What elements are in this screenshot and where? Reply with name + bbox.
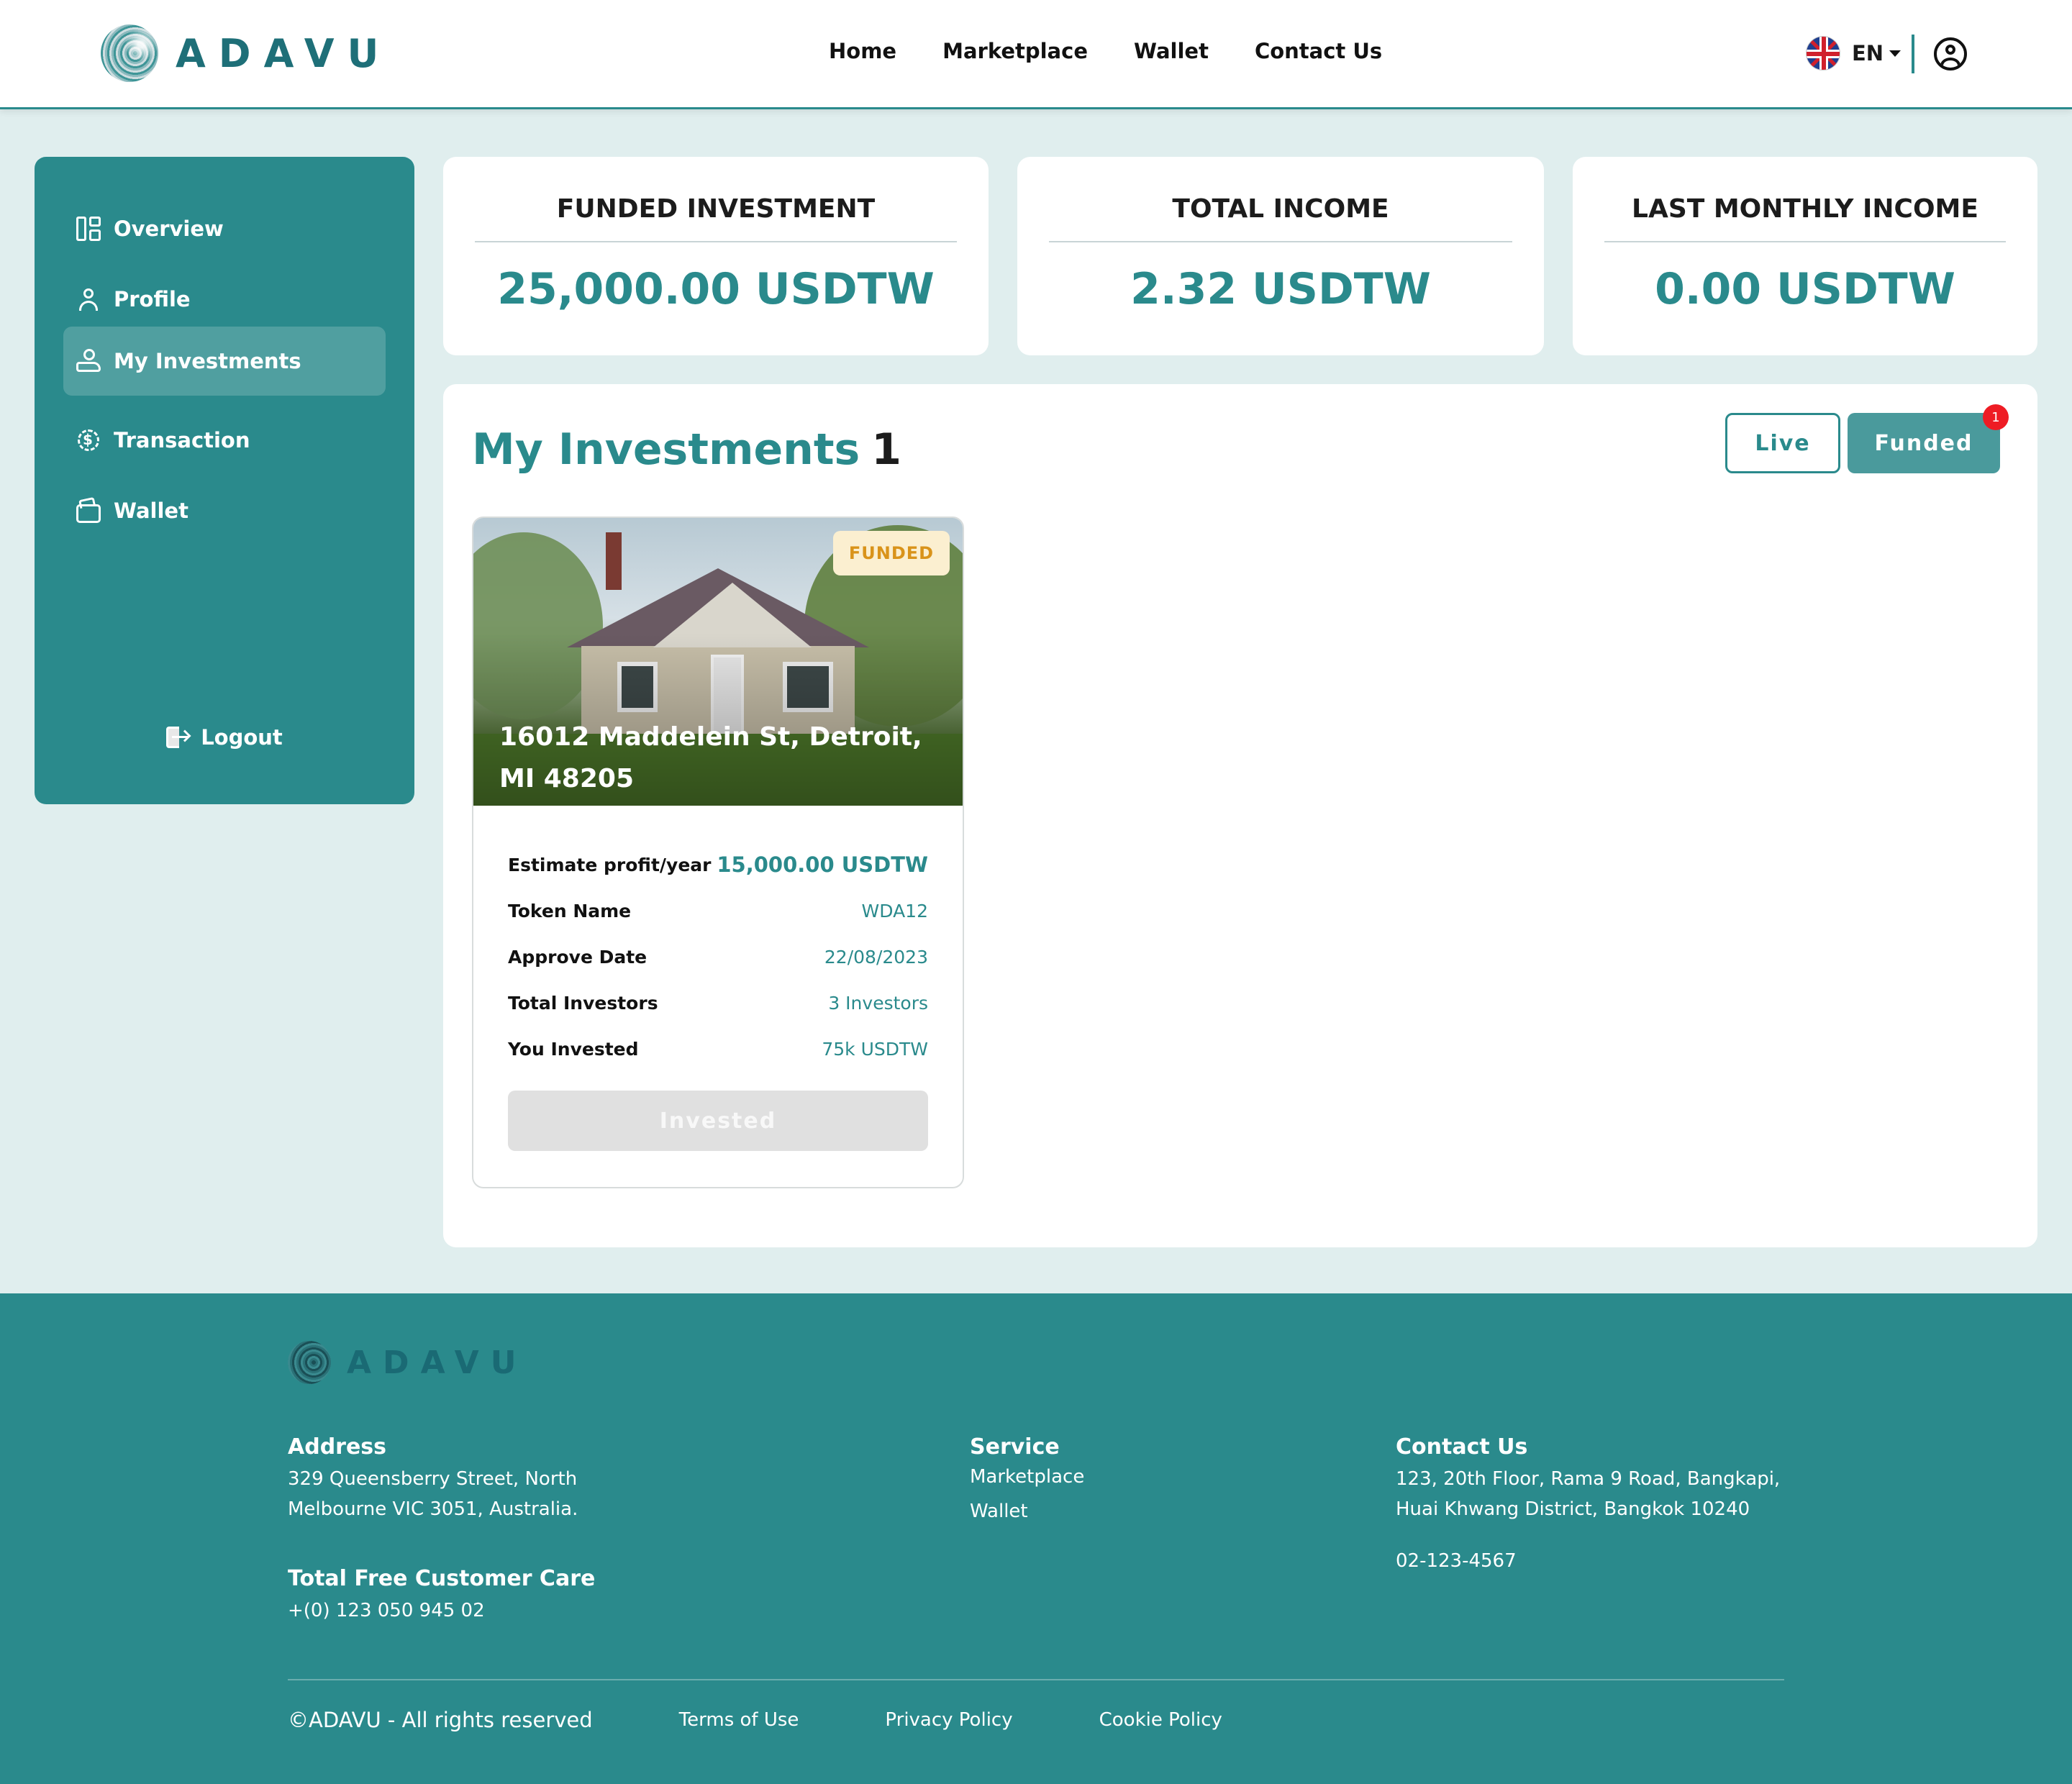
detail-value: 22/08/2023 <box>824 946 928 968</box>
footer-heading: Total Free Customer Care <box>288 1566 596 1591</box>
header-divider <box>1912 35 1914 73</box>
user-icon <box>76 287 101 311</box>
property-address: 16012 Maddelein St, Detroit, MI 48205 <box>499 722 922 793</box>
logout-button[interactable]: Logout <box>35 725 414 750</box>
stat-value: 2.32 USDTW <box>1130 264 1431 314</box>
detail-row-you-invested: You Invested 75k USDTW <box>508 1026 928 1072</box>
nav-wallet[interactable]: Wallet <box>1134 39 1209 63</box>
sidebar-item-transaction[interactable]: $ Transaction <box>63 406 386 475</box>
globe-logo-icon <box>101 24 158 82</box>
account-icon[interactable] <box>1934 37 1967 70</box>
globe-logo-icon <box>288 1341 331 1384</box>
sidebar-item-overview[interactable]: Overview <box>63 194 386 263</box>
language-code: EN <box>1852 41 1884 65</box>
main-nav: Home Marketplace Wallet Contact Us <box>829 39 1428 63</box>
stat-title: FUNDED INVESTMENT <box>556 194 876 224</box>
footer-address: Address 329 Queensberry Street, North Me… <box>288 1434 595 1626</box>
stat-card-total-income: TOTAL INCOME 2.32 USDTW <box>1017 157 1544 355</box>
detail-row-estimate-profit: Estimate profit/year 15,000.00 USDTW <box>508 842 928 888</box>
stat-title: LAST MONTHLY INCOME <box>1632 194 1978 224</box>
detail-label: You Invested <box>508 1038 639 1060</box>
footer-heading: Service <box>970 1434 1060 1460</box>
funded-count-badge: 1 <box>1983 404 2009 430</box>
footer-link-wallet[interactable]: Wallet <box>970 1494 1084 1529</box>
stat-divider <box>1049 241 1512 242</box>
copyright: ©ADAVU - All rights reserved <box>288 1708 593 1732</box>
sidebar-item-label: Transaction <box>114 428 250 452</box>
sidebar-item-label: Overview <box>114 217 224 241</box>
sidebar-item-my-investments[interactable]: My Investments <box>63 327 386 396</box>
detail-value: 3 Investors <box>828 992 928 1014</box>
footer-brand-name: ADAVU <box>347 1344 528 1381</box>
stat-card-last-monthly-income: LAST MONTHLY INCOME 0.00 USDTW <box>1573 157 2037 355</box>
detail-value: 15,000.00 USDTW <box>717 852 928 877</box>
stat-card-funded-investment: FUNDED INVESTMENT 25,000.00 USDTW <box>443 157 989 355</box>
overview-icon <box>76 217 101 241</box>
sidebar-item-label: Profile <box>114 287 191 311</box>
logout-label: Logout <box>201 725 283 750</box>
page-title-text: My Investments <box>472 424 860 475</box>
transaction-icon: $ <box>76 428 101 452</box>
stat-divider <box>475 241 957 242</box>
sidebar-item-label: My Investments <box>114 349 301 373</box>
footer-service: Service Marketplace Wallet <box>970 1434 1084 1529</box>
footer-address-line1: 329 Queensberry Street, North <box>288 1468 578 1490</box>
nav-marketplace[interactable]: Marketplace <box>942 39 1088 63</box>
investments-panel: My Investments 1 Live Funded 1 FUNDED 160… <box>443 384 2037 1247</box>
logout-icon <box>166 727 191 748</box>
footer-contact-line1: 123, 20th Floor, Rama 9 Road, Bangkapi, <box>1396 1468 1781 1490</box>
investment-icon <box>76 349 101 373</box>
footer-heading: Contact Us <box>1396 1434 1528 1460</box>
footer-bottom-bar: ©ADAVU - All rights reserved Terms of Us… <box>288 1708 1309 1732</box>
footer: ADAVU Address 329 Queensberry Street, No… <box>0 1293 2072 1784</box>
invested-button[interactable]: Invested <box>508 1091 928 1151</box>
detail-row-total-investors: Total Investors 3 Investors <box>508 980 928 1026</box>
footer-contact: Contact Us 123, 20th Floor, Rama 9 Road,… <box>1396 1434 1780 1576</box>
stat-title: TOTAL INCOME <box>1172 194 1389 224</box>
detail-label: Approve Date <box>508 946 648 968</box>
footer-link-cookie[interactable]: Cookie Policy <box>1099 1709 1222 1731</box>
detail-row-approve-date: Approve Date 22/08/2023 <box>508 934 928 980</box>
footer-logo[interactable]: ADAVU <box>288 1341 527 1384</box>
detail-label: Token Name <box>508 900 632 921</box>
detail-value: 75k USDTW <box>822 1038 928 1060</box>
sidebar: Overview Profile My Investments $ Transa… <box>35 157 414 804</box>
top-header: ADAVU Home Marketplace Wallet Contact Us… <box>0 0 2072 109</box>
page-title: My Investments 1 <box>472 424 901 475</box>
detail-row-token-name: Token Name WDA12 <box>508 888 928 934</box>
nav-contact-us[interactable]: Contact Us <box>1255 39 1382 63</box>
tab-live[interactable]: Live <box>1725 413 1840 473</box>
footer-address-line2: Melbourne VIC 3051, Australia. <box>288 1498 578 1520</box>
footer-heading: Address <box>288 1434 387 1460</box>
investment-count: 1 <box>871 424 902 475</box>
nav-home[interactable]: Home <box>829 39 896 63</box>
footer-divider <box>288 1679 1784 1680</box>
detail-label: Estimate profit/year <box>508 854 712 875</box>
footer-contact-phone: 02-123-4567 <box>1396 1550 1517 1572</box>
detail-label: Total Investors <box>508 992 658 1014</box>
stat-divider <box>1604 241 2006 242</box>
stat-value: 0.00 USDTW <box>1655 264 1955 314</box>
footer-link-marketplace[interactable]: Marketplace <box>970 1460 1084 1494</box>
footer-contact-line2: Huai Khwang District, Bangkok 10240 <box>1396 1498 1750 1520</box>
footer-care-phone: +(0) 123 050 945 02 <box>288 1600 485 1621</box>
footer-link-terms[interactable]: Terms of Use <box>679 1709 799 1731</box>
language-selector[interactable]: EN <box>1806 36 1901 70</box>
brand-name: ADAVU <box>176 30 392 76</box>
sidebar-item-wallet[interactable]: Wallet <box>63 476 386 545</box>
uk-flag-icon <box>1806 36 1840 70</box>
sidebar-item-profile[interactable]: Profile <box>63 265 386 334</box>
status-badge: FUNDED <box>833 531 950 575</box>
sidebar-item-label: Wallet <box>114 499 188 523</box>
chevron-down-icon <box>1889 50 1901 57</box>
brand-logo[interactable]: ADAVU <box>101 24 391 82</box>
tab-funded[interactable]: Funded <box>1848 413 2000 473</box>
property-card[interactable]: FUNDED 16012 Maddelein St, Detroit, MI 4… <box>472 516 964 1188</box>
stat-value: 25,000.00 USDTW <box>497 264 935 314</box>
detail-value: WDA12 <box>861 900 928 921</box>
wallet-icon <box>76 496 101 523</box>
property-details: Estimate profit/year 15,000.00 USDTW Tok… <box>508 842 928 1072</box>
property-photo: FUNDED 16012 Maddelein St, Detroit, MI 4… <box>473 518 963 806</box>
footer-link-privacy[interactable]: Privacy Policy <box>885 1709 1012 1731</box>
